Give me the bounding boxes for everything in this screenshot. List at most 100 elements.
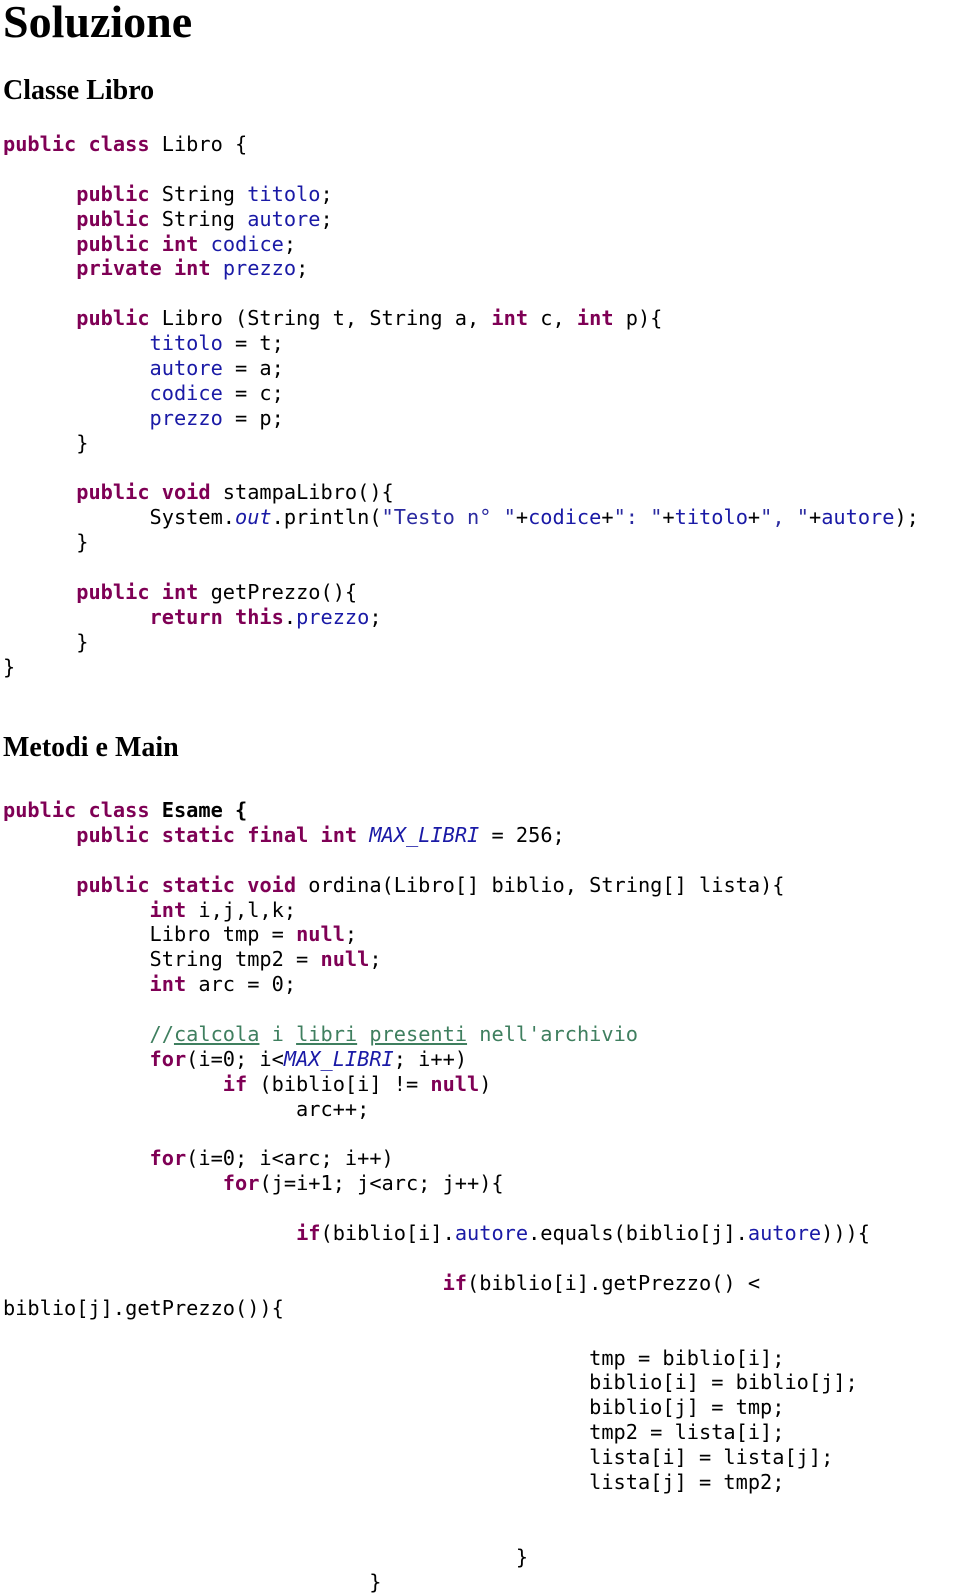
code-text: ;	[296, 256, 309, 281]
code-line: prezzo = p;	[3, 406, 919, 431]
code-line: codice = c;	[3, 381, 919, 406]
code-text: }	[3, 430, 89, 455]
keyword: for	[149, 1146, 187, 1171]
code-line: for(j=i+1; j<arc; j++){	[3, 1171, 870, 1196]
code-text: (biblio[i].	[320, 1221, 455, 1246]
field-ref: autore	[247, 206, 321, 231]
code-line: public String titolo;	[3, 182, 919, 207]
keyword: null	[430, 1071, 480, 1096]
code-text: +	[515, 505, 529, 530]
code-line: public void stampaLibro(){	[3, 480, 919, 505]
field-ref: codice	[149, 380, 223, 405]
code-line: String tmp2 = null;	[3, 947, 870, 972]
keyword: int	[320, 822, 358, 847]
code-text: lista[i] = lista[j];	[589, 1445, 834, 1470]
code-line: public static void ordina(Libro[] biblio…	[3, 873, 870, 898]
code-text: biblio[j] = tmp;	[589, 1395, 785, 1420]
code-text: ;	[344, 922, 358, 947]
keyword: public	[76, 231, 150, 256]
string-literal: "Testo n° "	[381, 505, 516, 530]
code-text: ;	[320, 206, 333, 231]
code-line: tmp2 = lista[i];	[3, 1420, 870, 1445]
code-text: = c;	[222, 380, 284, 405]
field-ref: codice	[528, 505, 602, 530]
static-field-ref: MAX_LIBRI	[283, 1046, 394, 1071]
code-line: }	[3, 530, 919, 555]
code-text: ;	[369, 947, 382, 972]
code-text: }	[3, 1569, 382, 1594]
code-line: return this.prezzo;	[3, 605, 919, 630]
field-ref: titolo	[247, 181, 321, 206]
code-text: System.	[3, 505, 235, 530]
code-line: tmp = biblio[i];	[3, 1346, 870, 1371]
code-text: ;	[283, 231, 297, 256]
code-text: biblio[i] = biblio[j];	[589, 1370, 858, 1395]
code-text: .println(	[271, 505, 382, 530]
field-ref: titolo	[674, 505, 748, 530]
keyword: null	[320, 947, 370, 972]
keyword: public	[76, 580, 150, 605]
code-line: for(i=0; i<MAX_LIBRI; i++)	[3, 1047, 870, 1072]
class-name: Esame {	[161, 798, 248, 822]
comment-word: presenti	[369, 1022, 468, 1047]
keyword: static	[161, 872, 236, 897]
comment: i	[259, 1022, 297, 1047]
keyword: public	[76, 872, 150, 897]
keyword: int	[149, 972, 187, 997]
code-text: getPrezzo(){	[198, 580, 358, 605]
code-text: )	[479, 1071, 492, 1096]
code-text: Libro (String t, String a,	[149, 306, 492, 331]
code-line: biblio[j] = tmp;	[3, 1395, 870, 1420]
code-line: int arc = 0;	[3, 972, 870, 997]
code-line: if(biblio[i].autore.equals(biblio[j].aut…	[3, 1221, 870, 1246]
keyword: public	[76, 181, 150, 206]
static-field-ref: MAX_LIBRI	[369, 822, 480, 847]
code-text: Libro {	[149, 132, 248, 156]
code-text: c,	[528, 306, 577, 331]
keyword: for	[222, 1171, 260, 1196]
comment	[357, 1022, 369, 1046]
code-line: lista[j] = tmp2;	[3, 1470, 870, 1495]
comment-word: libri	[296, 1022, 358, 1047]
code-text: p){	[613, 306, 663, 331]
page-title: Soluzione	[3, 0, 193, 47]
code-line: public String autore;	[3, 207, 919, 232]
code-line: arc++;	[3, 1097, 870, 1122]
code-text: }	[3, 654, 16, 679]
keyword: int	[491, 306, 529, 331]
code-text: tmp2 = lista[i];	[589, 1420, 785, 1445]
code-line: private int prezzo;	[3, 256, 919, 281]
code-text: = 256;	[479, 822, 565, 847]
code-block-esame: public class Esame { public static final…	[3, 798, 870, 1595]
code-text: (j=i+1; j<arc; j++){	[259, 1171, 504, 1196]
comment: //	[149, 1022, 174, 1047]
code-line: int i,j,l,k;	[3, 898, 870, 923]
code-text: +	[662, 505, 675, 530]
code-line: public int getPrezzo(){	[3, 580, 919, 605]
keyword: if	[442, 1270, 467, 1295]
